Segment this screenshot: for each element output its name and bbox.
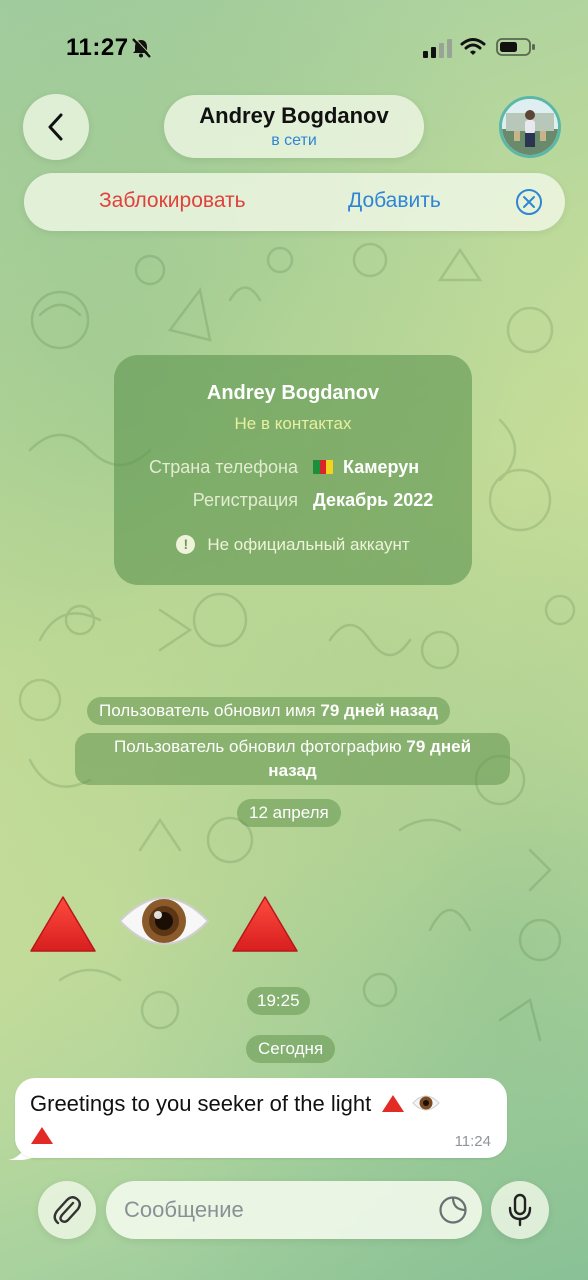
unofficial-account-note: ! Не официальный аккаунт [114,535,472,555]
phone-country-label: Страна телефона [149,457,298,477]
message-text: Greetings to you seeker of the light [30,1091,372,1116]
red-triangle-icon [232,896,298,952]
info-card-name: Andrey Bogdanov [206,382,380,404]
eye-icon [412,1095,441,1111]
close-circle-icon[interactable] [515,188,543,216]
bell-muted-icon [132,37,152,58]
phone-country-value-wrap: Камерун [313,457,419,478]
not-in-contacts-label: Не в контактах [234,414,352,433]
name-updated-time: 79 дней назад [320,701,439,720]
red-triangle-icon [30,896,96,952]
wifi-icon [460,38,486,55]
phone-country-row: Страна телефона Камерун [114,457,472,483]
date-separator-1: 12 апреля [237,799,341,827]
eye-icon [118,897,210,945]
phone-country-value: Камерун [343,457,420,477]
online-status: в сети [271,132,317,149]
date-separator-2: Сегодня [246,1035,336,1063]
add-contact-button[interactable]: Добавить [348,189,441,213]
message-time-separator: 19:25 [247,987,310,1015]
contact-info-card: Andrey Bogdanov Не в контактах Страна те… [114,355,472,585]
message-input[interactable] [124,1195,424,1225]
registration-row: Регистрация Декабрь 2022 [114,490,472,516]
contact-action-bar: Заблокировать Добавить [24,173,565,231]
photo-updated-notice: Пользователь обновил фотографию 79 дней … [75,733,510,785]
battery-icon [496,38,535,56]
cameroon-flag-icon [313,460,334,474]
status-time: 11:27 [66,34,129,61]
name-updated-notice: Пользователь обновил имя 79 дней назад [87,697,451,725]
attach-button[interactable] [38,1181,96,1239]
paperclip-icon [53,1196,81,1225]
block-button[interactable]: Заблокировать [99,189,246,213]
registration-label: Регистрация [192,490,298,510]
message-time: 11:24 [454,1133,491,1150]
sticker-icon[interactable] [438,1195,468,1225]
registration-value: Декабрь 2022 [313,490,434,510]
avatar-photo-icon [502,99,558,155]
microphone-button[interactable] [491,1181,549,1239]
message-text-wrap: Greetings to you seeker of the light [30,1088,490,1152]
avatar[interactable] [499,96,561,158]
name-updated-text: Пользователь обновил имя [99,701,316,720]
chat-title[interactable]: Andrey Bogdanov в сети [164,95,424,158]
photo-updated-text: Пользователь обновил фотографию [113,737,402,756]
status-bar: 11:27 [0,0,588,90]
photo-updated-time-cont: назад [268,761,317,780]
red-triangle-icon [382,1095,405,1112]
photo-updated-time: 79 дней [406,737,472,756]
red-triangle-icon [31,1127,53,1144]
message-input-box[interactable] [106,1181,482,1239]
chevron-left-icon [48,113,63,141]
microphone-icon [508,1193,532,1227]
back-button[interactable] [23,94,89,160]
contact-name: Andrey Bogdanov [199,103,389,128]
incoming-message-bubble[interactable]: Greetings to you seeker of the light 11:… [15,1078,507,1158]
emoji-message[interactable] [28,885,328,965]
unofficial-account-label: Не официальный аккаунт [207,535,410,554]
signal-icon [423,39,452,58]
exclamation-icon: ! [176,535,196,554]
